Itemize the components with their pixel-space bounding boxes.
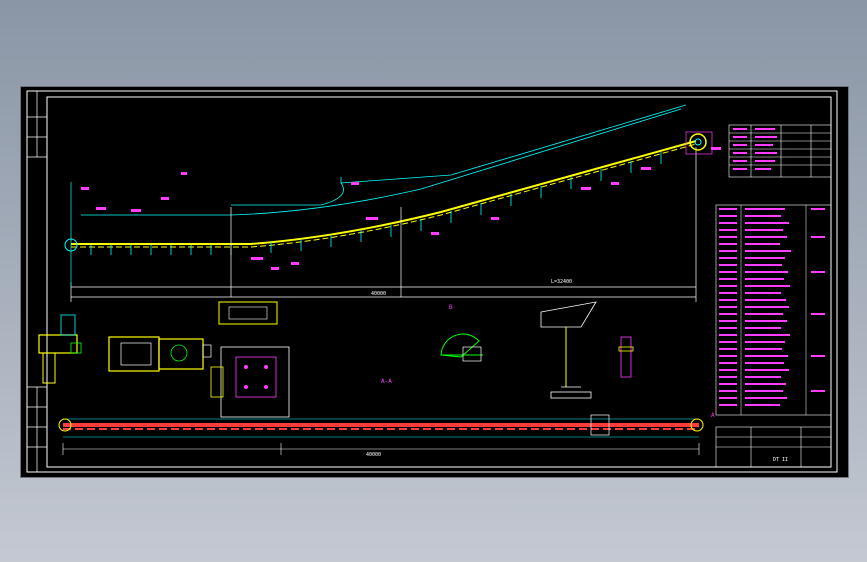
cad-drawing[interactable]: 40000 L=32400 DT II B A-A 40000 A [21,87,848,477]
gallery-outline [81,104,687,216]
cad-viewport[interactable]: 40000 L=32400 DT II B A-A 40000 A [20,86,849,478]
left-margin-strip [27,91,47,472]
drive-unit-icon [38,314,82,384]
label-main-span: 40000 [371,291,386,297]
support-section [540,301,597,399]
head-pulley-icon [685,131,713,155]
section-a-label: A-A [381,378,392,385]
idler-icon [618,336,634,378]
gear-wheel-icon: B [440,304,483,362]
mounting-plate [218,301,278,325]
base-frame-view [210,346,290,418]
reducer-plan-view [108,336,212,372]
tail-pulley-icon [64,182,78,287]
idler-row [90,152,662,255]
title-block-name: DT II [773,457,788,463]
parts-list-rows [719,208,825,406]
label-bottom-total: 40000 [366,452,381,458]
chain-conveyor [58,414,704,438]
section-b-label: B [449,304,453,311]
label-head-station: A [711,412,715,419]
belt-line [71,140,697,248]
label-conveyor-length: L=32400 [551,279,572,285]
